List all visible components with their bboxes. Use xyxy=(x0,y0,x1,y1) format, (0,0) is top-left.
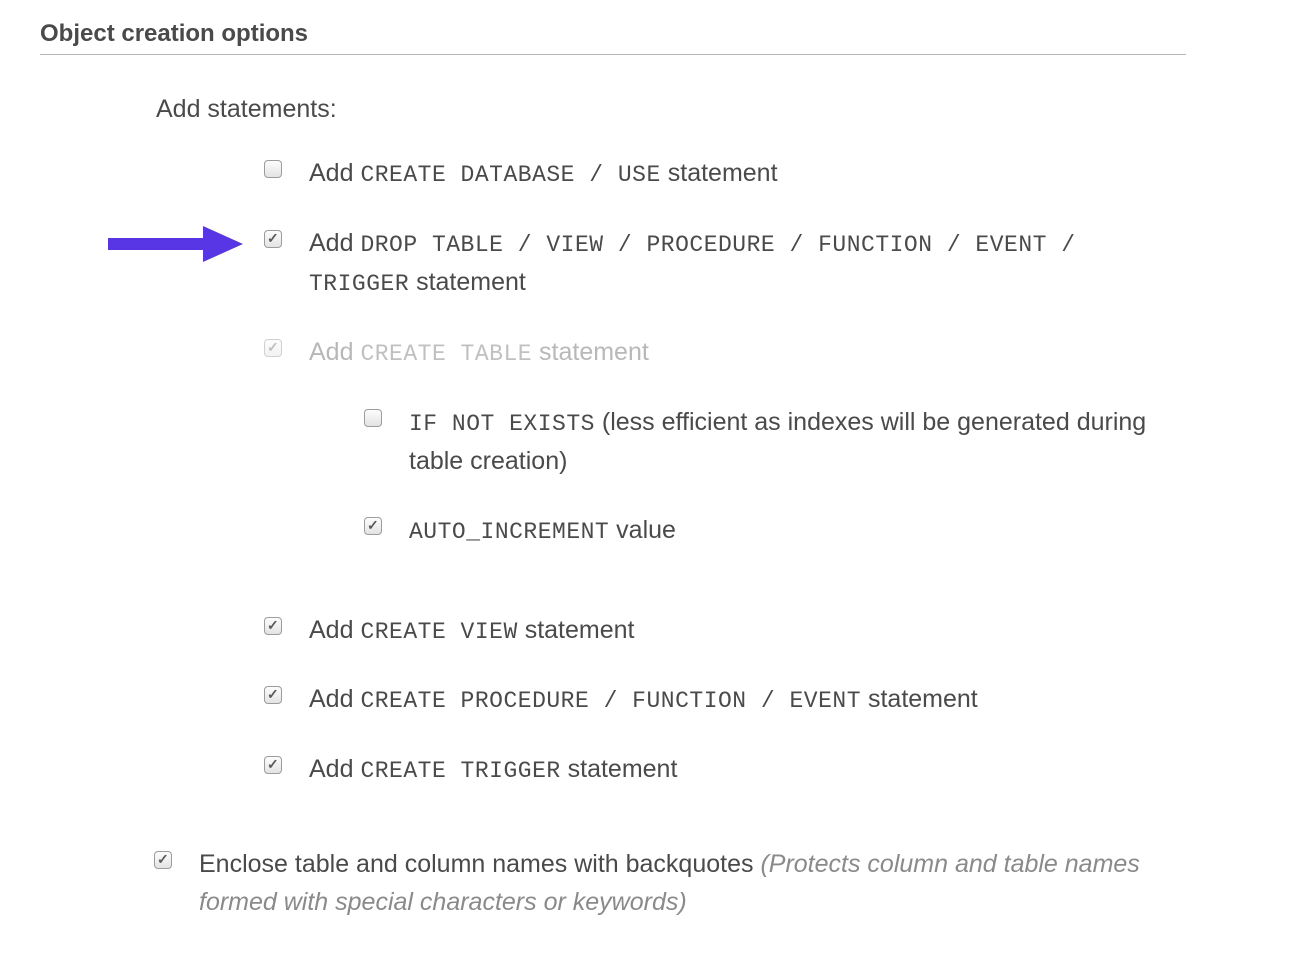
text: value xyxy=(609,516,676,544)
text: statement xyxy=(409,268,526,296)
text: statement xyxy=(532,338,649,366)
text: Add xyxy=(309,616,360,644)
keyword: AUTO_INCREMENT xyxy=(409,519,609,545)
checkbox-if-not-exists[interactable] xyxy=(364,409,382,427)
text: Add xyxy=(309,159,360,187)
text: Add xyxy=(309,229,360,257)
text: Add xyxy=(309,685,360,713)
option-create-view-row: Add CREATE VIEW statement xyxy=(260,611,1256,651)
label-create-table: Add CREATE TABLE statement xyxy=(309,333,649,373)
label-if-not-exists[interactable]: IF NOT EXISTS (less efficient as indexes… xyxy=(409,403,1169,481)
text: Add xyxy=(309,755,360,783)
label-backquotes[interactable]: Enclose table and column names with back… xyxy=(199,845,1149,923)
label-create-view[interactable]: Add CREATE VIEW statement xyxy=(309,611,635,651)
label-create-procedure[interactable]: Add CREATE PROCEDURE / FUNCTION / EVENT … xyxy=(309,680,978,720)
checkbox-backquotes[interactable] xyxy=(154,851,172,869)
checkbox-create-database[interactable] xyxy=(264,160,282,178)
section-title: Object creation options xyxy=(40,20,1186,55)
option-create-table-row: Add CREATE TABLE statement xyxy=(260,333,1256,373)
checkbox-auto-increment[interactable] xyxy=(364,517,382,535)
checkbox-create-view[interactable] xyxy=(264,617,282,635)
arrow-annotation-icon xyxy=(108,224,243,264)
option-drop-table-row: Add DROP TABLE / VIEW / PROCEDURE / FUNC… xyxy=(260,224,1196,303)
label-drop-table[interactable]: Add DROP TABLE / VIEW / PROCEDURE / FUNC… xyxy=(309,224,1179,303)
checkbox-drop-table[interactable] xyxy=(264,230,282,248)
keyword: CREATE DATABASE / USE xyxy=(360,162,660,188)
object-creation-options-panel: Object creation options Add statements: … xyxy=(0,0,1296,964)
label-create-trigger[interactable]: Add CREATE TRIGGER statement xyxy=(309,750,677,790)
text: statement xyxy=(661,159,778,187)
keyword: IF NOT EXISTS xyxy=(409,411,595,437)
checkbox-create-table xyxy=(264,339,282,357)
checkbox-create-procedure[interactable] xyxy=(264,686,282,704)
keyword: CREATE VIEW xyxy=(360,619,517,645)
text: statement xyxy=(861,685,978,713)
keyword: CREATE TRIGGER xyxy=(360,758,560,784)
option-create-procedure-row: Add CREATE PROCEDURE / FUNCTION / EVENT … xyxy=(260,680,1256,720)
option-backquotes-row: Enclose table and column names with back… xyxy=(150,845,1256,923)
text: statement xyxy=(561,755,678,783)
text: Add xyxy=(309,338,360,366)
option-create-database-row: Add CREATE DATABASE / USE statement xyxy=(260,154,1256,194)
checkbox-create-trigger[interactable] xyxy=(264,756,282,774)
option-create-trigger-row: Add CREATE TRIGGER statement xyxy=(260,750,1256,790)
text: Enclose table and column names with back… xyxy=(199,850,760,878)
label-auto-increment[interactable]: AUTO_INCREMENT value xyxy=(409,511,676,551)
text: statement xyxy=(518,616,635,644)
add-statements-label: Add statements: xyxy=(156,95,1256,124)
option-if-not-exists-row: IF NOT EXISTS (less efficient as indexes… xyxy=(360,403,1256,481)
option-auto-increment-row: AUTO_INCREMENT value xyxy=(360,511,1256,551)
keyword: CREATE PROCEDURE / FUNCTION / EVENT xyxy=(360,688,861,714)
label-create-database[interactable]: Add CREATE DATABASE / USE statement xyxy=(309,154,778,194)
keyword: CREATE TABLE xyxy=(360,341,532,367)
